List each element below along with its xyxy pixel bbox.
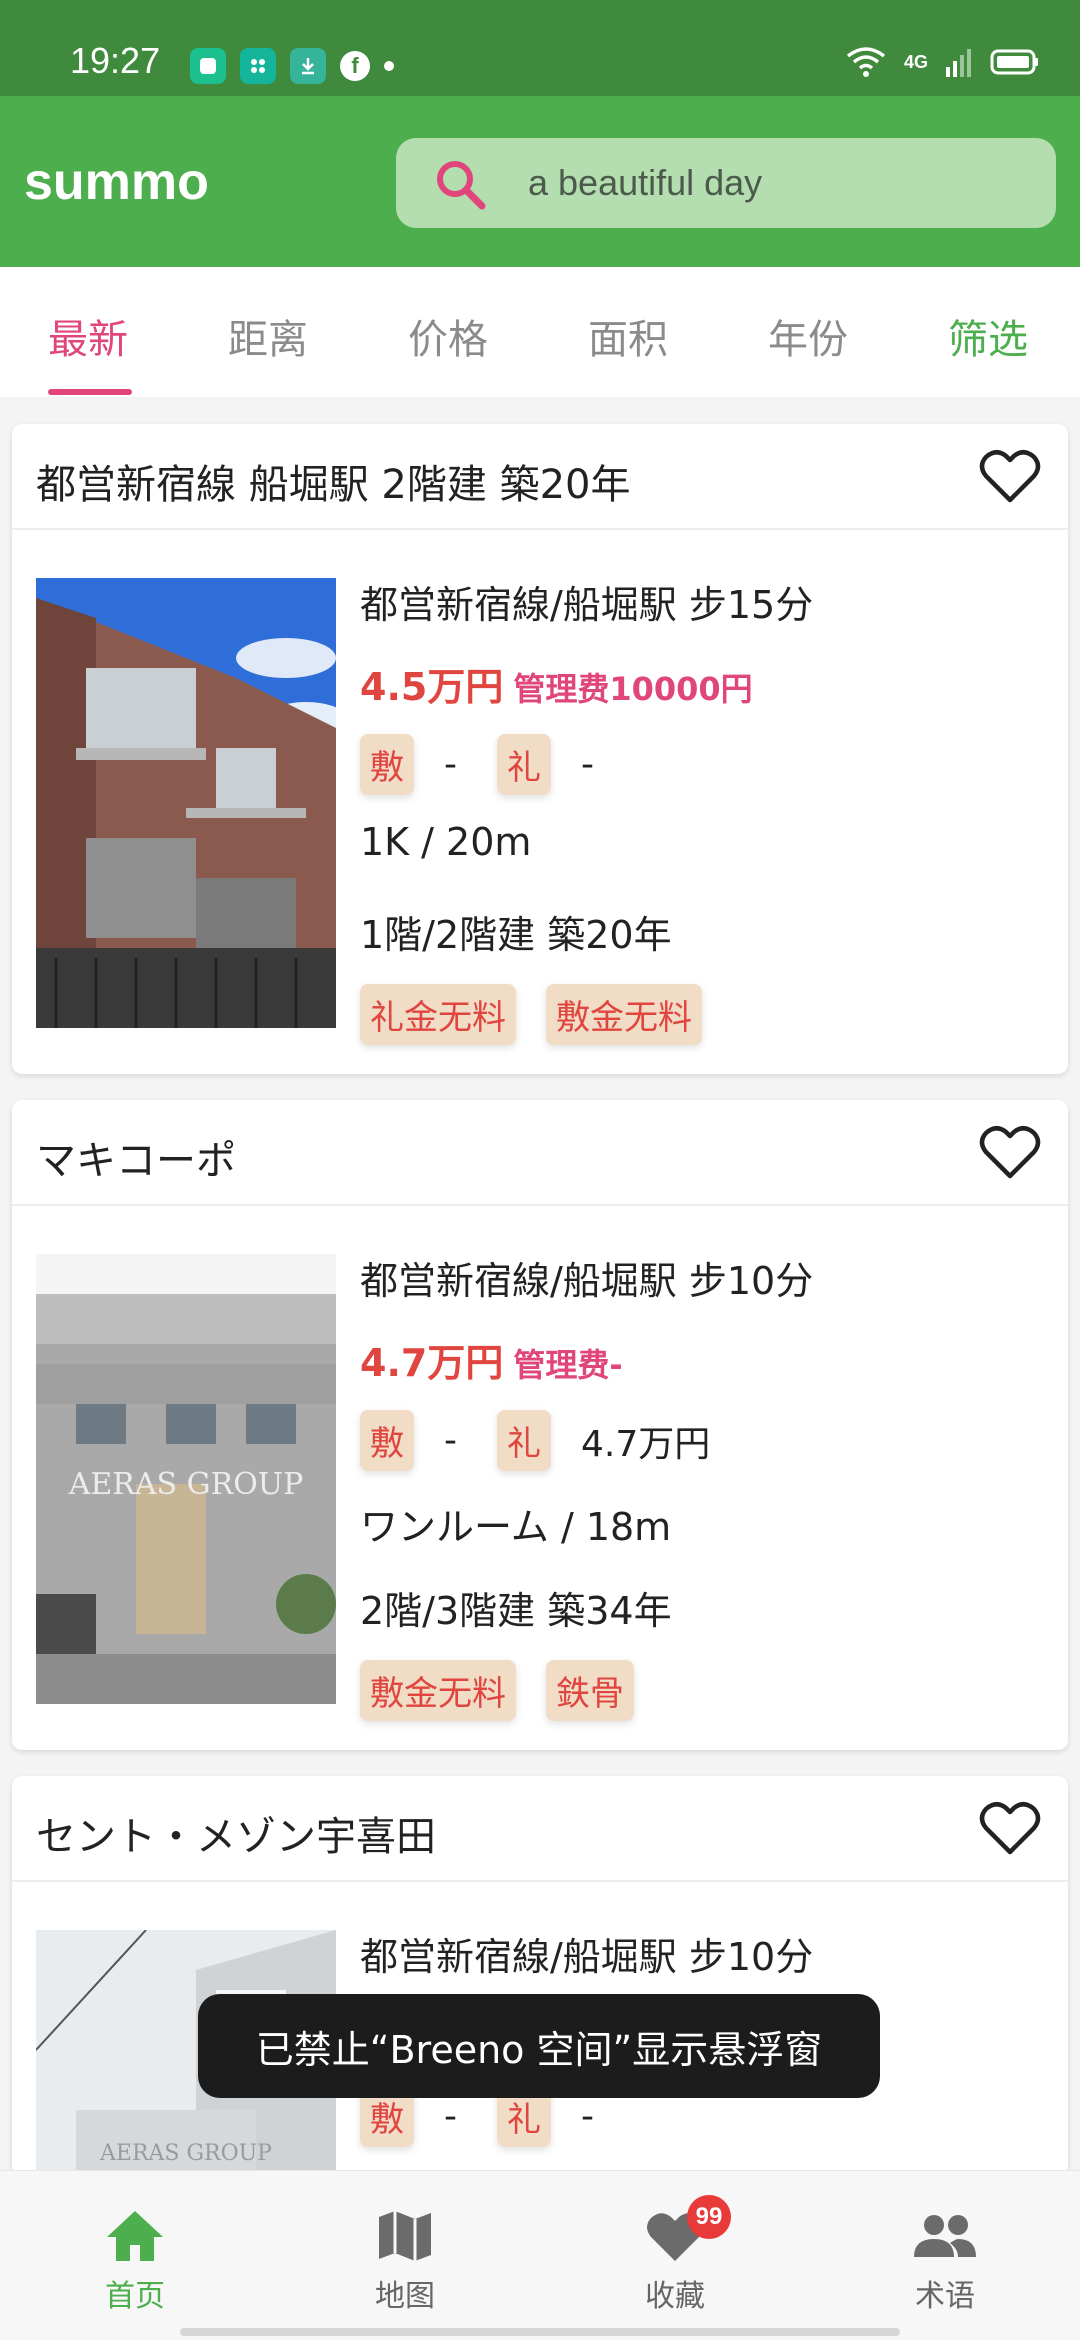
nav-label: 收藏 (645, 2279, 705, 2314)
card-divider (12, 528, 1068, 530)
deposit-chip: 敷 (360, 734, 414, 795)
listing-title: セント・メゾン宇喜田 (36, 1814, 436, 1860)
listing-card[interactable]: 都営新宿線 船堀駅 2階建 築20年 都営新宿線/船堀駅 步15分 4.5万円管… (12, 424, 1068, 1074)
management-fee: 管理费10000円 (513, 670, 753, 708)
listing-card[interactable]: セント・メゾン宇喜田 AERAS GROUP 都営新宿線/船堀駅 步10分 敷 … (12, 1776, 1068, 2176)
home-indicator[interactable] (180, 2328, 900, 2336)
tab-year[interactable]: 年份 (768, 307, 848, 365)
search-icon (437, 161, 486, 210)
listing-title: 都営新宿線 船堀駅 2階建 築20年 (36, 462, 631, 508)
floor-age: 1階/2階建 築20年 (360, 913, 672, 957)
key-money-value: 4.7万円 (581, 1423, 711, 1465)
card-divider (12, 1880, 1068, 1882)
station-access: 都営新宿線/船堀駅 步10分 (360, 1259, 814, 1303)
floor-age: 2階/3階建 築34年 (360, 1589, 672, 1633)
tab-latest[interactable]: 最新 (48, 307, 128, 365)
deposit-value: - (444, 1420, 457, 1461)
wifi-icon (846, 47, 886, 77)
home-icon (107, 2211, 163, 2261)
tab-area[interactable]: 面积 (588, 307, 668, 365)
tab-price[interactable]: 价格 (408, 307, 488, 365)
deposit-chip: 敷 (360, 1410, 414, 1471)
tab-filter[interactable]: 筛选 (948, 307, 1028, 365)
system-status-icons: 4G (846, 46, 1040, 78)
bottom-navigation: 首页 地图 99 收藏 术语 (0, 2170, 1080, 2340)
app-notification-icon (190, 48, 226, 84)
tag-row: 敷金无料 鉄骨 (360, 1660, 634, 1721)
deposit-row: 敷 - 礼 4.7万円 (360, 1410, 750, 1471)
rent-price: 4.5万円 (360, 665, 504, 709)
nav-label: 首页 (105, 2279, 165, 2314)
favorite-heart-icon[interactable] (978, 1120, 1042, 1184)
nav-home[interactable]: 首页 (55, 2207, 215, 2315)
tag: 敷金无料 (360, 1660, 516, 1721)
search-input-text: a beautiful day (528, 162, 763, 203)
nav-favorites[interactable]: 99 收藏 (595, 2195, 755, 2315)
status-bar: 19:27 f 4G (0, 0, 1080, 96)
listing-card[interactable]: マキコーポ AERAS GROUP 都営新宿線/船堀駅 步10分 4.7万円 管理… (12, 1100, 1068, 1750)
status-time: 19:27 (70, 40, 161, 81)
deposit-row: 敷 - 礼 - (360, 734, 634, 795)
property-photo[interactable]: AERAS GROUP (36, 1254, 336, 1704)
battery-icon (990, 49, 1038, 75)
key-money-chip: 礼 (497, 1410, 551, 1471)
system-toast: 已禁止“Breeno 空间”显示悬浮窗 (198, 1994, 880, 2098)
key-money-value: - (581, 2096, 594, 2137)
more-notifications-dot (384, 61, 394, 71)
rent-price: 4.7万円 (360, 1341, 504, 1385)
favorites-count-badge: 99 (687, 2195, 731, 2239)
photo-watermark: AERAS GROUP (99, 2141, 272, 2166)
key-money-chip: 礼 (497, 734, 551, 795)
management-fee: 管理费- (513, 1346, 623, 1384)
search-bar[interactable]: a beautiful day (396, 138, 1056, 228)
nav-label: 地图 (375, 2279, 435, 2314)
key-money-value: - (581, 744, 594, 785)
deposit-value: - (444, 744, 457, 785)
signal-icon (946, 49, 971, 77)
sort-tabs: 最新 距离 价格 面积 年份 筛选 (0, 267, 1080, 397)
card-divider (12, 1204, 1068, 1206)
app-bar: summo a beautiful day (0, 96, 1080, 267)
favorite-heart-icon[interactable] (978, 1796, 1042, 1860)
grid-app-icon (240, 48, 276, 84)
station-access: 都営新宿線/船堀駅 步10分 (360, 1935, 814, 1979)
station-access: 都営新宿線/船堀駅 步15分 (360, 583, 814, 627)
property-photo[interactable] (36, 578, 336, 1028)
map-icon (379, 2211, 431, 2261)
deposit-value: - (444, 2096, 457, 2137)
nav-label: 术语 (915, 2279, 975, 2314)
download-icon (290, 48, 326, 84)
tag: 鉄骨 (546, 1660, 634, 1721)
people-icon (914, 2215, 976, 2257)
listing-title: マキコーポ (36, 1138, 236, 1184)
app-title: summo (24, 153, 209, 211)
tag-row: 礼金无料 敷金无料 (360, 984, 702, 1045)
notification-icons: f (190, 48, 394, 84)
nav-map[interactable]: 地图 (325, 2207, 485, 2315)
tag: 礼金无料 (360, 984, 516, 1045)
price-line: 4.5万円 管理费10000円 (360, 656, 753, 711)
price-line: 4.7万円 管理费- (360, 1332, 623, 1387)
favorite-heart-icon[interactable] (978, 444, 1042, 508)
network-type: 4G (903, 52, 928, 72)
nav-glossary[interactable]: 术语 (865, 2207, 1025, 2315)
active-tab-indicator (48, 389, 132, 395)
tab-distance[interactable]: 距离 (228, 307, 308, 365)
facebook-icon: f (340, 51, 370, 81)
photo-watermark: AERAS GROUP (68, 1467, 304, 1502)
room-layout: 1K / 20m (360, 820, 532, 864)
tag: 敷金无料 (546, 984, 702, 1045)
room-layout: ワンルーム / 18m (360, 1505, 672, 1549)
